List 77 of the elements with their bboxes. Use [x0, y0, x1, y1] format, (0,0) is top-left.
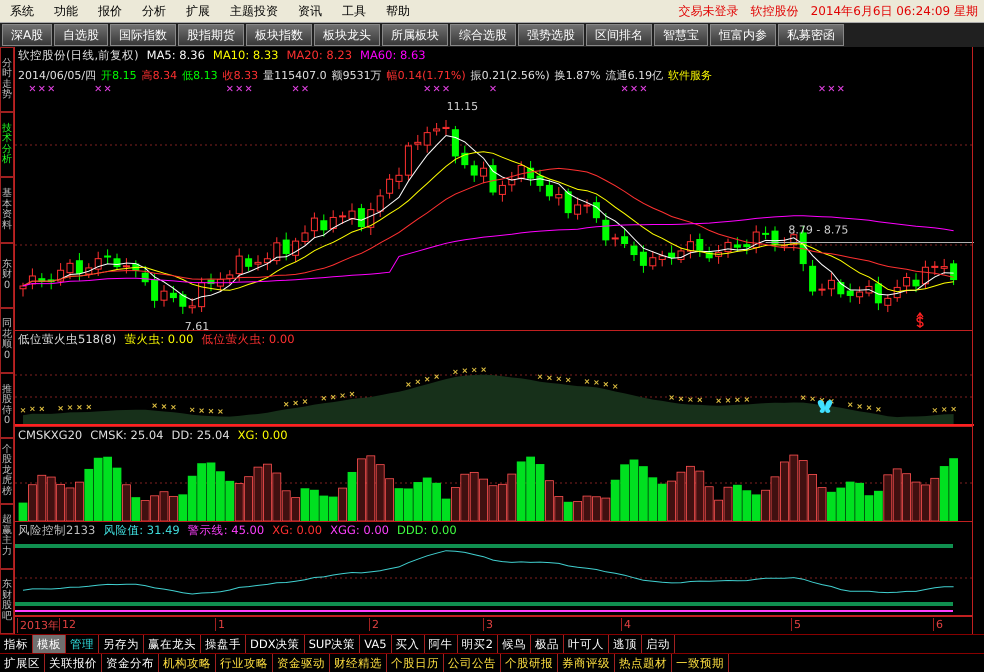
quote-value: 振0.21(2.56%) [470, 68, 550, 82]
indicator-value: XGG: 0.00 [330, 523, 389, 537]
date-label: 2013年 [17, 618, 59, 633]
toolbar-button[interactable]: 强势选股 [518, 24, 584, 46]
menu-item[interactable]: 扩展 [176, 2, 220, 20]
side-tab[interactable]: 同花顺0 [0, 308, 14, 374]
toolbar-button[interactable]: 国际指数 [110, 24, 176, 46]
quote-value: 流通6.19亿 [606, 68, 664, 82]
quote-value: 换1.87% [554, 68, 601, 82]
side-tab[interactable]: 超赢主力 [0, 504, 14, 569]
date-label: 12 [59, 618, 76, 631]
indicator-value: 风险控制2133 [18, 522, 96, 538]
indicator-value: 萤火虫: 0.00 [124, 332, 194, 346]
indicator-value: 软控股份(日线,前复权) [18, 48, 139, 62]
menu-item[interactable]: 报价 [88, 2, 132, 20]
menu-item[interactable]: 帮助 [376, 2, 420, 20]
date-label: 1 [215, 618, 225, 631]
side-tab[interactable]: 技术分析 [0, 112, 14, 178]
menu-item[interactable]: 资讯 [288, 2, 332, 20]
toolbar-button[interactable]: 恒富内参 [710, 24, 776, 46]
side-tab[interactable]: 个股龙虎榜 [0, 438, 14, 504]
indicator-value: 低位萤火虫: 0.00 [201, 332, 295, 346]
quote-value: 额9531万 [332, 68, 382, 82]
indicator-value: DD: 25.04 [171, 428, 230, 442]
side-tab[interactable]: 东财股吧 [0, 568, 14, 634]
quote-value: 收8.33 [222, 68, 258, 82]
quote-value: 量115407.0 [263, 68, 327, 82]
status-text: 交易未登录 [678, 2, 740, 20]
toolbar-button[interactable]: 智慧宝 [654, 24, 708, 46]
indicator-value: DDD: 0.00 [396, 523, 457, 537]
indicator-value: XG: 0.00 [238, 428, 288, 442]
quote-value: 软件服务 [668, 68, 712, 82]
indicator-value: 风险值: 31.49 [103, 522, 180, 538]
toolbar-button[interactable]: 自选股 [54, 24, 108, 46]
quote-value: 高8.34 [142, 68, 178, 82]
toolbar-button[interactable]: 私募密函 [778, 24, 844, 46]
menu-item[interactable]: 主题投资 [220, 2, 288, 20]
indicator-value: MA60: 8.63 [360, 48, 426, 62]
toolbar-button[interactable]: 板块指数 [246, 24, 312, 46]
status-text: 软控股份 [750, 2, 800, 20]
status-text: 2014年6月6日 06:24:09 星期 [810, 2, 979, 20]
date-label: 6 [933, 618, 943, 631]
side-tab[interactable]: 分时走势 [0, 47, 14, 112]
menu-item[interactable]: 工具 [332, 2, 376, 20]
indicator-tab[interactable]: 模板 [33, 635, 66, 653]
side-tab[interactable]: 基本资料 [0, 177, 14, 243]
menu-item[interactable]: 功能 [44, 2, 88, 20]
menu-item[interactable]: 系统 [0, 2, 44, 20]
price-label: 7.61 [184, 320, 210, 330]
side-tab[interactable]: 推股侍0 [0, 373, 14, 438]
indicator-value: CMSKXG20 [18, 428, 82, 442]
quote-value: 开8.15 [101, 68, 137, 82]
price-label: 11.15 [446, 100, 478, 113]
menu-item[interactable]: 分析 [132, 2, 176, 20]
date-label: 3 [483, 618, 493, 631]
quote-value: 幅0.14(1.71%) [386, 68, 466, 82]
date-label: 2 [369, 618, 379, 631]
toolbar-button[interactable]: 股指期货 [178, 24, 244, 46]
toolbar-button[interactable]: 所属板块 [382, 24, 448, 46]
date-label: 5 [791, 618, 801, 631]
quote-value: 低8.13 [182, 68, 218, 82]
side-tab[interactable]: 东财0 [0, 242, 14, 308]
date-label: 4 [621, 618, 631, 631]
indicator-value: MA5: 8.36 [146, 48, 205, 62]
indicator-value: 低位萤火虫518(8) [18, 332, 116, 346]
indicator-value: CMSK: 25.04 [90, 428, 164, 442]
indicator-value: 警示线: 45.00 [188, 522, 264, 538]
toolbar-button[interactable]: 综合选股 [450, 24, 516, 46]
indicator-value: MA20: 8.23 [286, 48, 352, 62]
toolbar-button[interactable]: 区间排名 [586, 24, 652, 46]
sell-signal-icon [916, 312, 924, 329]
toolbar-button[interactable]: 深A股 [2, 24, 52, 46]
indicator-value: XG: 0.00 [272, 523, 322, 537]
toolbar-button[interactable]: 板块龙头 [314, 24, 380, 46]
butterfly-icon [818, 400, 832, 413]
quote-value: 2014/06/05/四 [18, 68, 96, 82]
indicator-value: MA10: 8.33 [212, 48, 278, 62]
